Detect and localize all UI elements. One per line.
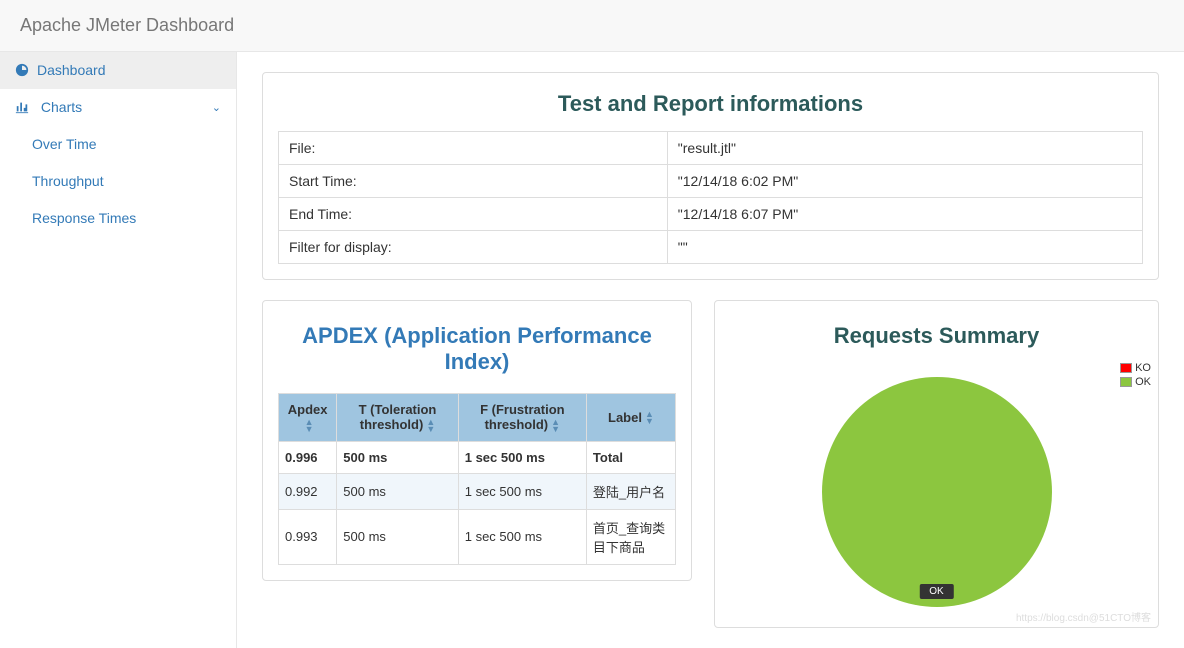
panel-title: Requests Summary <box>715 301 1158 367</box>
table-row: Filter for display: "" <box>279 231 1143 264</box>
cell-toleration: 500 ms <box>337 441 458 473</box>
column-header-toleration[interactable]: T (Toleration threshold)▲▼ <box>337 394 458 442</box>
info-table: File: "result.jtl" Start Time: "12/14/18… <box>278 131 1143 264</box>
column-header-label[interactable]: Label▲▼ <box>586 394 675 442</box>
sidebar-item-label: Response Times <box>32 210 136 226</box>
navbar-title: Apache JMeter Dashboard <box>20 15 234 35</box>
info-value: "12/14/18 6:07 PM" <box>667 198 1142 231</box>
info-label: File: <box>279 132 668 165</box>
panel-title: APDEX (Application Performance Index) <box>263 301 691 393</box>
cell-frustration: 1 sec 500 ms <box>458 509 586 564</box>
table-row: End Time: "12/14/18 6:07 PM" <box>279 198 1143 231</box>
sort-icon: ▲▼ <box>426 419 435 433</box>
info-value: "" <box>667 231 1142 264</box>
cell-frustration: 1 sec 500 ms <box>458 441 586 473</box>
cell-frustration: 1 sec 500 ms <box>458 473 586 509</box>
cell-apdex: 0.996 <box>279 441 337 473</box>
info-value: "result.jtl" <box>667 132 1142 165</box>
cell-label: 首页_查询类目下商品 <box>586 509 675 564</box>
info-label: End Time: <box>279 198 668 231</box>
main-content: Test and Report informations File: "resu… <box>237 52 1184 648</box>
watermark: https://blog.csdn@51CTO博客 <box>1016 609 1151 624</box>
sidebar: Dashboard Charts ⌄ Over Time Throughput … <box>0 52 237 648</box>
table-row: 0.992 500 ms 1 sec 500 ms 登陆_用户名 <box>279 473 676 509</box>
panel-title: Test and Report informations <box>263 73 1158 131</box>
info-label: Filter for display: <box>279 231 668 264</box>
column-header-apdex[interactable]: Apdex▲▼ <box>279 394 337 442</box>
info-label: Start Time: <box>279 165 668 198</box>
sort-icon: ▲▼ <box>645 411 654 425</box>
cell-toleration: 500 ms <box>337 509 458 564</box>
requests-summary-panel: Requests Summary KO OK OK <box>714 300 1159 628</box>
table-row: File: "result.jtl" <box>279 132 1143 165</box>
sidebar-item-over-time[interactable]: Over Time <box>30 126 236 163</box>
sidebar-item-label: Over Time <box>32 136 97 152</box>
sidebar-item-label: Throughput <box>32 173 104 189</box>
table-row: 0.993 500 ms 1 sec 500 ms 首页_查询类目下商品 <box>279 509 676 564</box>
apdex-panel: APDEX (Application Performance Index) Ap… <box>262 300 692 581</box>
pie-chart: OK <box>715 367 1158 607</box>
sidebar-item-throughput[interactable]: Throughput <box>30 163 236 200</box>
apdex-table: Apdex▲▼ T (Toleration threshold)▲▼ F (Fr… <box>278 393 676 565</box>
cell-apdex: 0.992 <box>279 473 337 509</box>
sidebar-item-label: Dashboard <box>37 62 106 78</box>
info-value: "12/14/18 6:02 PM" <box>667 165 1142 198</box>
sidebar-submenu-charts: Over Time Throughput Response Times <box>0 126 236 237</box>
table-row: 0.996 500 ms 1 sec 500 ms Total <box>279 441 676 473</box>
sidebar-item-response-times[interactable]: Response Times <box>30 200 236 237</box>
pie-tooltip: OK <box>919 584 953 599</box>
sort-icon: ▲▼ <box>305 419 314 433</box>
sidebar-item-dashboard[interactable]: Dashboard <box>0 52 236 89</box>
cell-apdex: 0.993 <box>279 509 337 564</box>
sort-icon: ▲▼ <box>551 419 560 433</box>
dashboard-icon <box>15 62 29 78</box>
sidebar-item-label: Charts <box>41 99 82 115</box>
sidebar-item-charts[interactable]: Charts ⌄ <box>0 89 236 126</box>
cell-label: Total <box>586 441 675 473</box>
table-row: Start Time: "12/14/18 6:02 PM" <box>279 165 1143 198</box>
cell-toleration: 500 ms <box>337 473 458 509</box>
cell-label: 登陆_用户名 <box>586 473 675 509</box>
navbar: Apache JMeter Dashboard <box>0 0 1184 52</box>
bar-chart-icon <box>15 99 29 115</box>
pie-slice-ok: OK <box>822 377 1052 607</box>
column-header-frustration[interactable]: F (Frustration threshold)▲▼ <box>458 394 586 442</box>
test-info-panel: Test and Report informations File: "resu… <box>262 72 1159 280</box>
chevron-down-icon: ⌄ <box>212 101 221 114</box>
